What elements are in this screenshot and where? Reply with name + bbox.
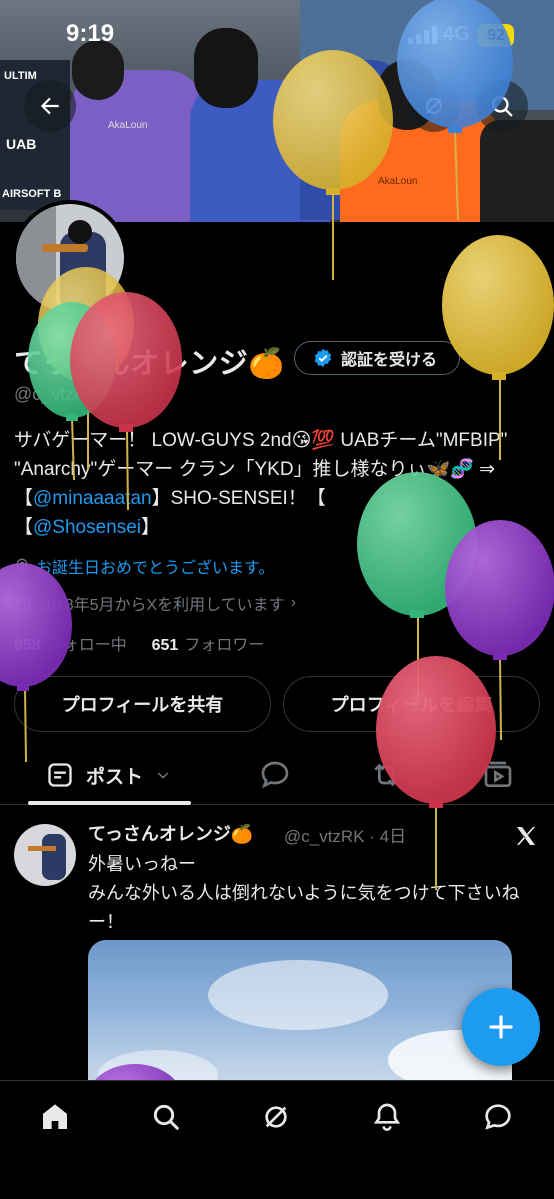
explore-icon[interactable] [150,1101,182,1133]
balloon-yellow [442,235,554,460]
balloon-blue [397,0,513,221]
home-icon[interactable] [39,1101,71,1133]
notifications-icon[interactable] [371,1101,403,1133]
balloon-red [376,656,496,890]
bottom-navigation [0,1080,554,1199]
compose-post-button[interactable] [462,988,540,1066]
balloon-yellow [273,50,393,280]
grok-nav-icon[interactable] [260,1101,292,1133]
messages-icon[interactable] [482,1101,514,1133]
balloon-red [70,292,182,511]
plus-icon [489,1015,513,1039]
balloon-purple [0,563,72,763]
